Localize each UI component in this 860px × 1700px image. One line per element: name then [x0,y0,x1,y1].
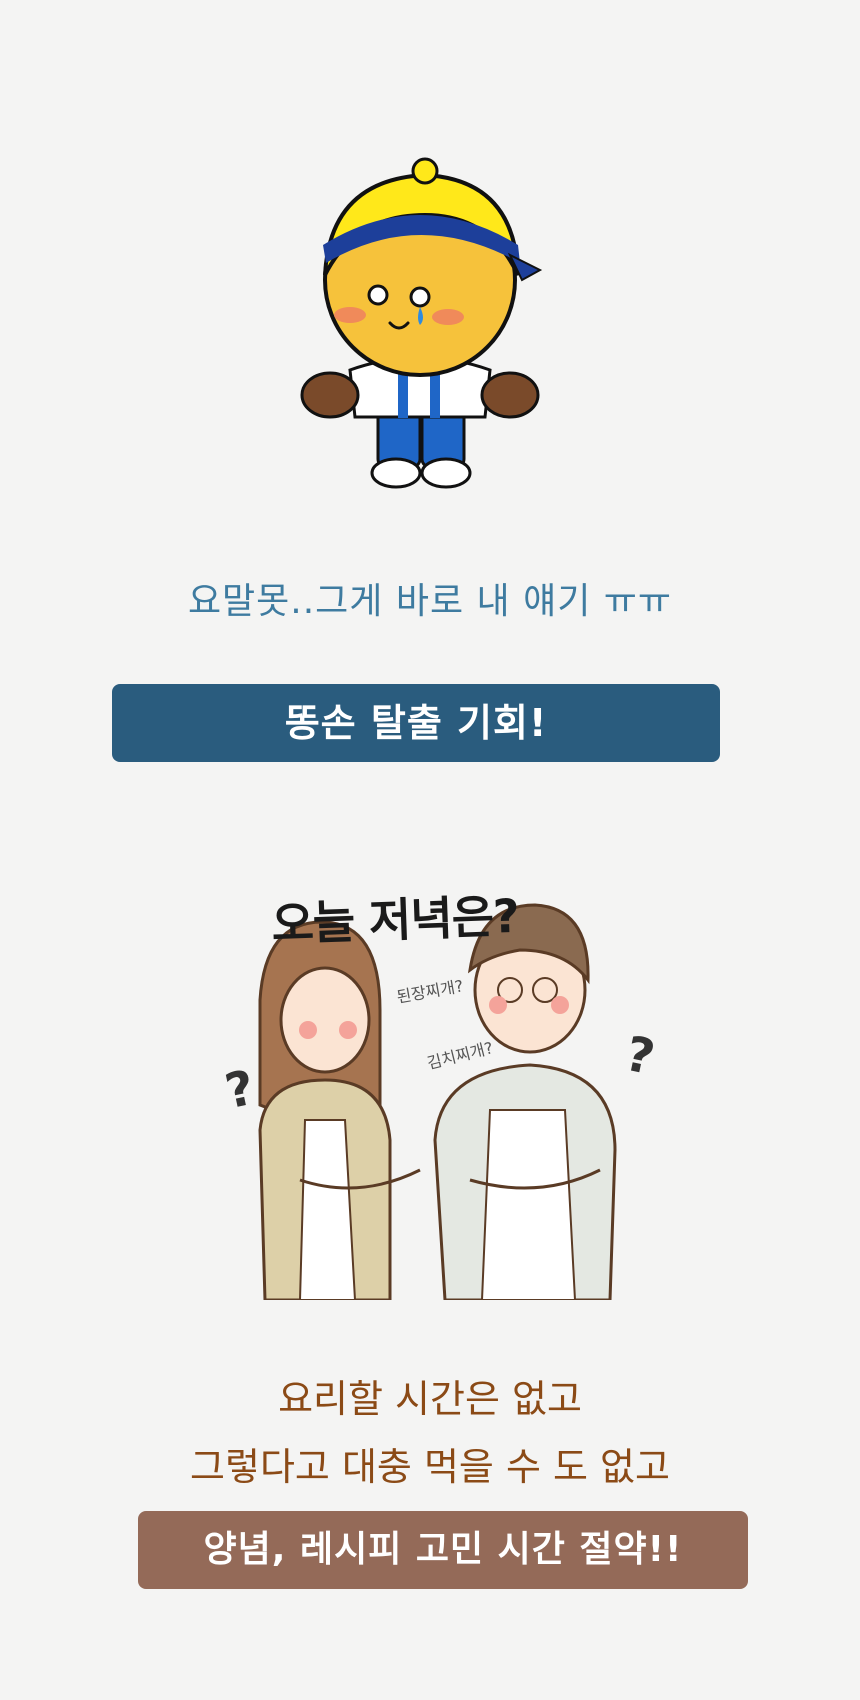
dinner-question-heading: 오늘 저녁은? [270,888,520,952]
escape-clumsy-banner: 똥손 탈출 기회! [112,684,720,762]
cant-skip-meal-text: 그렇다고 대충 먹을 수 도 없고 [190,1445,670,1489]
crying-mascot-illustration [300,157,543,489]
save-time-banner: 양념, 레시피 고민 시간 절약!! [138,1511,748,1589]
mascot-caption: 요말못..그게 바로 내 얘기 ㅠㅠ [187,581,673,622]
no-time-text: 요리할 시간은 없고 [278,1377,582,1421]
